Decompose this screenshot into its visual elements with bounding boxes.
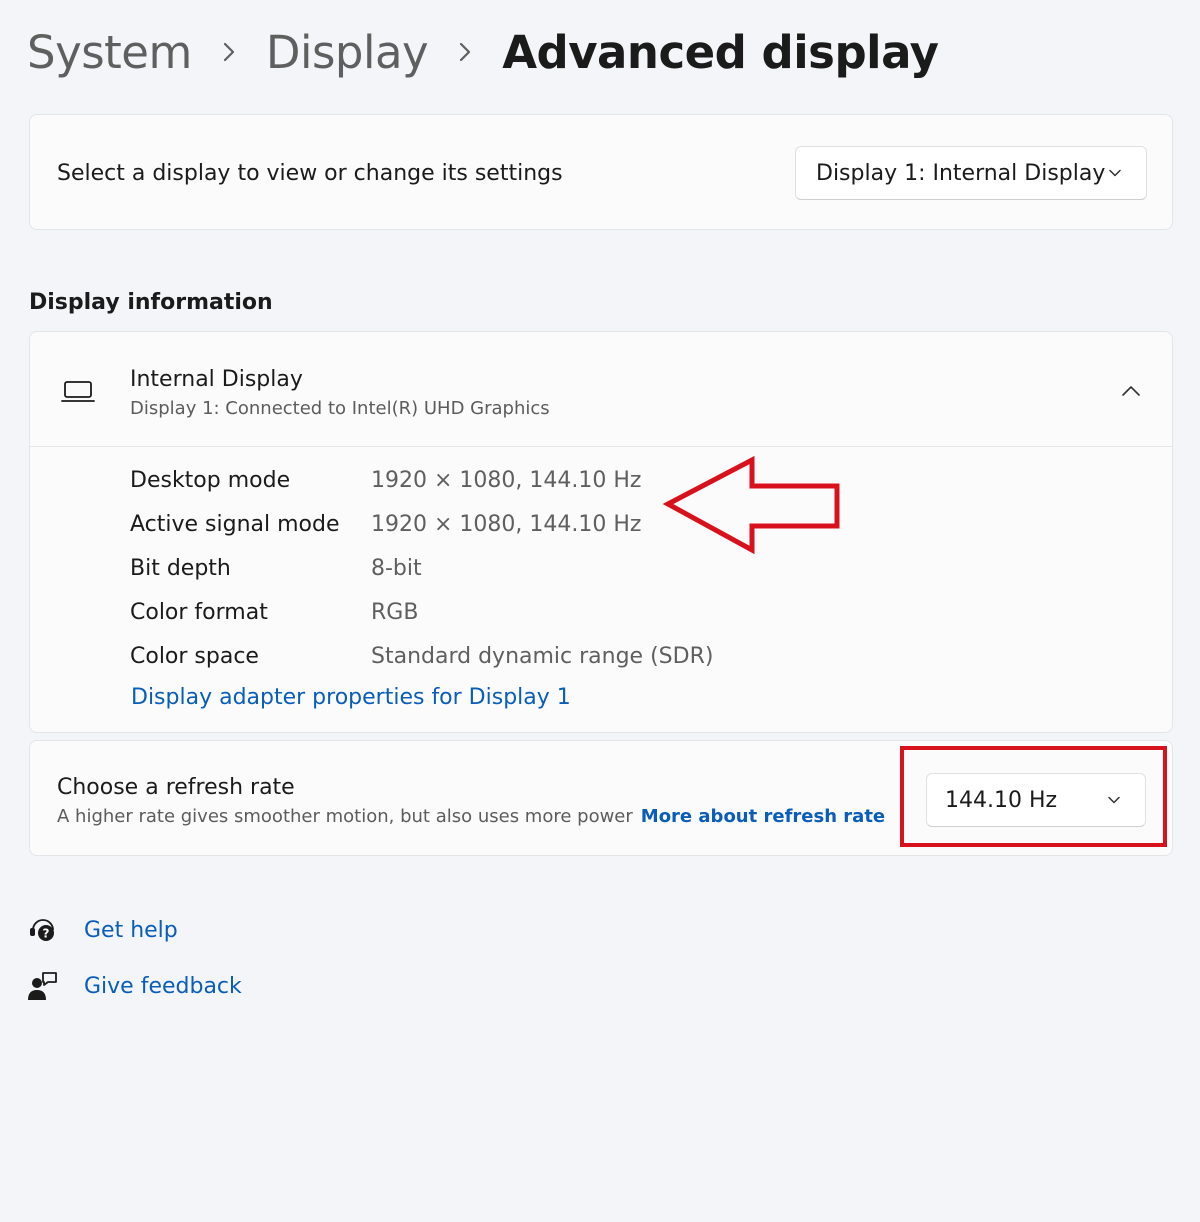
breadcrumb-separator-icon [222, 42, 236, 62]
give-feedback-link[interactable]: Give feedback [27, 968, 242, 1004]
refresh-rate-description-line: A higher rate gives smoother motion, but… [57, 806, 885, 827]
more-about-refresh-rate-link[interactable]: More about refresh rate [641, 806, 885, 827]
display-dropdown[interactable]: Display 1: Internal Display [795, 146, 1147, 200]
display-adapter-properties-link[interactable]: Display adapter properties for Display 1 [131, 685, 571, 710]
display-connection-info: Display 1: Connected to Intel(R) UHD Gra… [130, 398, 550, 419]
get-help-link[interactable]: ? Get help [27, 912, 178, 948]
info-row-label: Desktop mode [130, 468, 291, 493]
display-information-card: Internal Display Display 1: Connected to… [29, 331, 1173, 733]
breadcrumb-display[interactable]: Display [266, 26, 429, 79]
page-title: Advanced display [502, 25, 939, 79]
feedback-icon [28, 972, 57, 1000]
info-row-value: 8-bit [371, 556, 422, 581]
breadcrumb: System Display Advanced display [27, 22, 939, 82]
chevron-up-icon[interactable] [1120, 380, 1142, 402]
chevron-down-icon [1109, 169, 1121, 177]
info-row-value: 1920 × 1080, 144.10 Hz [371, 468, 642, 493]
info-row-value: Standard dynamic range (SDR) [371, 644, 714, 669]
info-row-label: Color format [130, 600, 268, 625]
refresh-rate-description: A higher rate gives smoother motion, but… [57, 806, 633, 827]
svg-text:?: ? [43, 927, 50, 941]
get-help-label: Get help [84, 917, 178, 943]
display-info-header[interactable]: Internal Display Display 1: Connected to… [30, 332, 1172, 447]
help-icon: ? [30, 919, 54, 941]
info-row-value: RGB [371, 600, 419, 625]
laptop-icon [61, 381, 95, 402]
breadcrumb-separator-icon [458, 42, 472, 62]
display-name: Internal Display [130, 367, 303, 392]
annotation-highlight-box [900, 746, 1167, 847]
annotation-arrow-icon [662, 456, 840, 554]
breadcrumb-system[interactable]: System [27, 26, 192, 79]
give-feedback-label: Give feedback [84, 973, 242, 999]
info-row-label: Bit depth [130, 556, 231, 581]
refresh-rate-title: Choose a refresh rate [57, 775, 295, 800]
info-row-label: Color space [130, 644, 259, 669]
info-row-value: 1920 × 1080, 144.10 Hz [371, 512, 642, 537]
display-select-card: Select a display to view or change its s… [29, 114, 1173, 230]
display-select-label: Select a display to view or change its s… [57, 161, 563, 186]
section-title-display-information: Display information [29, 290, 273, 315]
info-row-label: Active signal mode [130, 512, 340, 537]
display-dropdown-value: Display 1: Internal Display [816, 160, 1106, 186]
